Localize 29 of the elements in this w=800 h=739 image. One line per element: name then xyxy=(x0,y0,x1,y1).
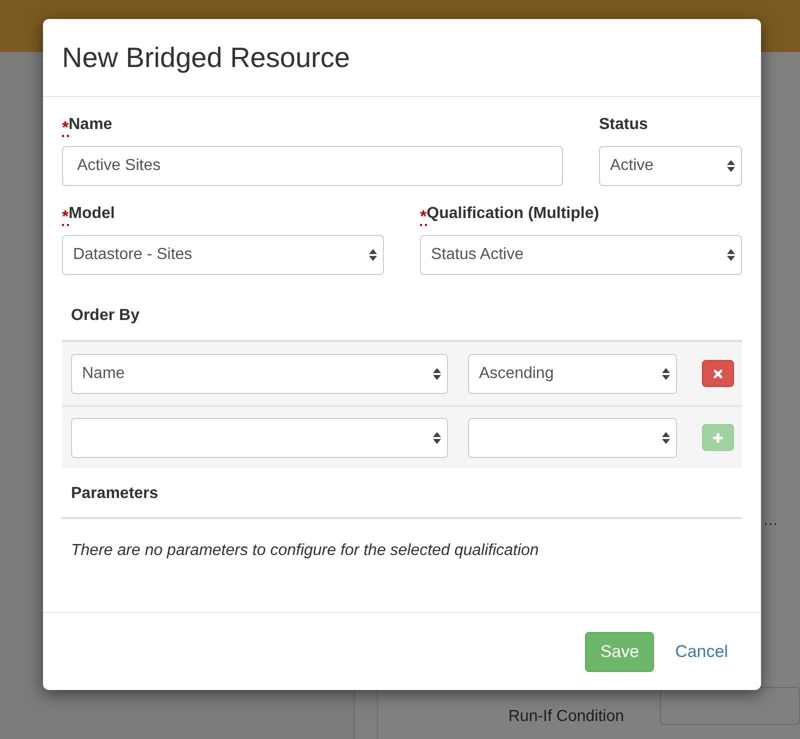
ellipsis-text: … xyxy=(763,511,779,531)
select-field[interactable]: Status Active xyxy=(420,235,742,275)
field-label: Model xyxy=(68,204,115,224)
remove-button[interactable] xyxy=(702,360,734,387)
cancel-link[interactable]: Cancel xyxy=(661,632,742,672)
field-label: Qualification (Multiple) xyxy=(426,204,600,224)
sort-arrows-icon xyxy=(433,366,441,380)
dialog-title: New Bridged Resource xyxy=(62,40,350,75)
empty-message: There are no parameters to configure for the selected qualification xyxy=(71,541,540,561)
select-field[interactable]: Name xyxy=(71,354,448,394)
sort-arrows-icon xyxy=(662,366,670,380)
text-field[interactable]: Active Sites xyxy=(62,146,563,186)
sort-arrows-icon xyxy=(369,248,377,262)
field-label: Status xyxy=(599,115,648,135)
select-field[interactable]: Datastore - Sites xyxy=(62,235,384,275)
close-icon xyxy=(713,368,723,378)
sort-arrows-icon xyxy=(727,248,735,262)
sort-arrows-icon xyxy=(433,430,441,444)
section-heading: Parameters xyxy=(71,484,160,504)
sort-arrows-icon xyxy=(727,159,735,173)
select-field[interactable]: Active xyxy=(599,146,742,186)
section-heading: Order By xyxy=(71,306,140,326)
select-field[interactable] xyxy=(71,418,448,458)
field-label: Name xyxy=(68,115,112,135)
sort-arrows-icon xyxy=(662,430,670,444)
select-field[interactable] xyxy=(468,418,677,458)
field-label: Run-If Condition xyxy=(508,706,624,726)
select-field[interactable]: Ascending xyxy=(468,354,677,394)
plus-icon xyxy=(713,432,723,442)
